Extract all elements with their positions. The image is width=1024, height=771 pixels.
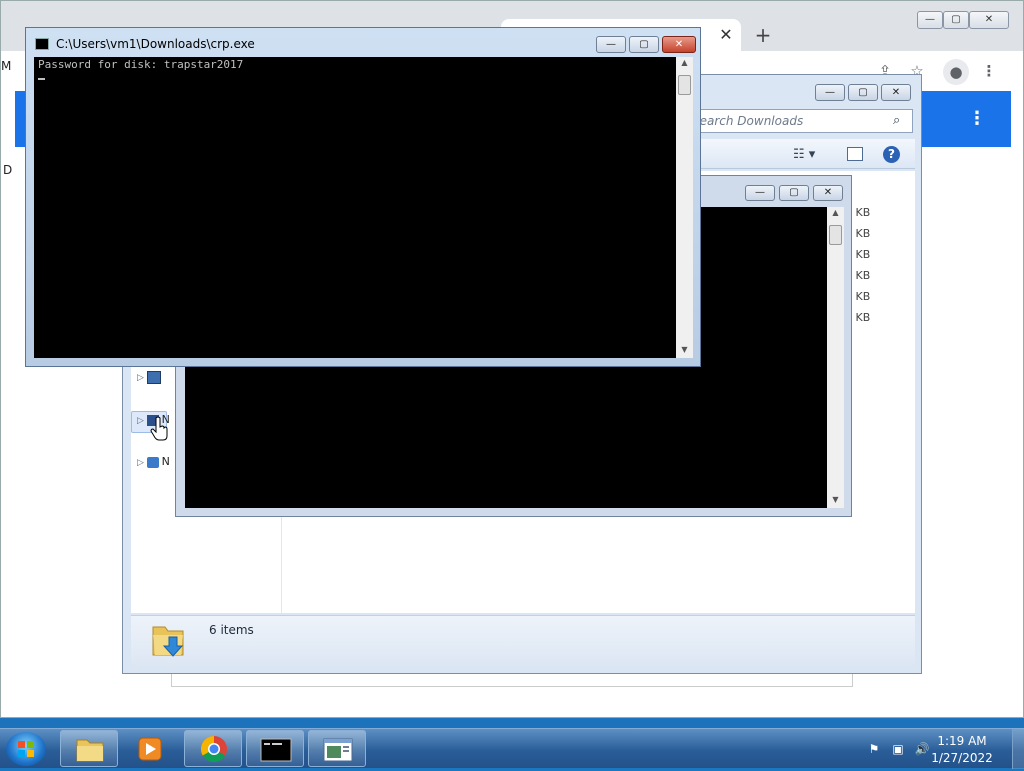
clock-date: 1/27/2022 bbox=[931, 751, 993, 765]
page-menu-icon[interactable]: ⋮ bbox=[965, 105, 989, 133]
nav-label: N bbox=[161, 455, 170, 468]
taskbar-chrome[interactable] bbox=[184, 730, 242, 767]
console-scrollbar[interactable]: ▲ ▼ bbox=[676, 57, 693, 358]
profile-avatar-icon[interactable]: ● bbox=[943, 59, 969, 85]
scroll-thumb[interactable] bbox=[829, 225, 842, 245]
file-size: 1 KB bbox=[845, 311, 871, 324]
console-window-front: C:\Users\vm1\Downloads\crp.exe — ▢ ✕ Pas… bbox=[25, 27, 701, 367]
file-size: 5 KB bbox=[845, 206, 871, 219]
file-size: 7 KB bbox=[845, 227, 871, 240]
clock[interactable]: 1:19 AM 1/27/2022 bbox=[930, 733, 994, 767]
start-button[interactable] bbox=[6, 732, 46, 766]
file-size: 0 KB bbox=[845, 290, 871, 303]
show-desktop-button[interactable] bbox=[1012, 729, 1024, 769]
scroll-down-icon[interactable]: ▼ bbox=[679, 345, 690, 354]
console-app-icon[interactable] bbox=[35, 38, 49, 50]
explorer-minimize-button[interactable]: — bbox=[815, 84, 845, 101]
console-minimize-button[interactable]: — bbox=[596, 36, 626, 53]
change-view-icon[interactable]: ☷ ▾ bbox=[793, 147, 815, 162]
chrome-close-button[interactable]: ✕ bbox=[969, 11, 1009, 29]
network-icon bbox=[146, 457, 159, 468]
search-icon[interactable]: ⌕ bbox=[893, 113, 900, 128]
taskbar-command-prompt[interactable] bbox=[246, 730, 304, 767]
expand-arrow-icon[interactable]: ▷ bbox=[137, 458, 144, 468]
preview-pane-icon[interactable] bbox=[847, 147, 863, 161]
chrome-icon bbox=[200, 735, 227, 763]
file-size: 6 KB bbox=[845, 269, 871, 282]
downloads-folder-icon bbox=[152, 626, 184, 657]
tab-close-icon[interactable]: ✕ bbox=[717, 26, 735, 44]
cmd-icon bbox=[260, 738, 292, 762]
action-center-flag-icon[interactable]: ⚑ bbox=[866, 741, 882, 757]
hand-cursor-icon bbox=[150, 416, 168, 441]
search-input[interactable]: Search Downloads bbox=[685, 109, 913, 133]
file-size: 4 KB bbox=[845, 248, 871, 261]
scroll-down-icon[interactable]: ▼ bbox=[830, 495, 841, 504]
windows-logo-icon bbox=[18, 741, 34, 757]
item-count: 6 items bbox=[209, 623, 254, 637]
console-output[interactable]: Password for disk: trapstar2017 bbox=[34, 57, 676, 358]
taskbar-program-window[interactable] bbox=[308, 730, 366, 767]
console-back-minimize-button[interactable]: — bbox=[745, 185, 775, 201]
console-output-text: Password for disk: trapstar2017 bbox=[38, 58, 244, 71]
window-title: C:\Users\vm1\Downloads\crp.exe bbox=[56, 37, 255, 51]
chrome-menu-icon[interactable]: ⋮ bbox=[979, 61, 999, 81]
help-icon[interactable]: ? bbox=[883, 146, 900, 163]
expand-arrow-icon[interactable]: ▷ bbox=[137, 373, 144, 383]
nav-item-network[interactable]: ▷ N bbox=[137, 455, 177, 473]
scroll-up-icon[interactable]: ▲ bbox=[830, 208, 841, 217]
volume-icon[interactable]: 🔊 bbox=[914, 741, 930, 757]
scroll-up-icon[interactable]: ▲ bbox=[679, 58, 690, 67]
text-cursor bbox=[38, 78, 45, 80]
console-back-close-button[interactable]: ✕ bbox=[813, 185, 843, 201]
videos-icon bbox=[146, 371, 161, 384]
taskbar-explorer[interactable] bbox=[60, 730, 118, 767]
explorer-maximize-button[interactable]: ▢ bbox=[848, 84, 878, 101]
nav-item-videos[interactable]: ▷ bbox=[137, 371, 177, 389]
taskbar: ⚑ ▣ 🔊 1:19 AM 1/27/2022 bbox=[0, 728, 1024, 769]
network-icon[interactable]: ▣ bbox=[890, 741, 906, 757]
console-maximize-button[interactable]: ▢ bbox=[629, 36, 659, 53]
console-back-scrollbar[interactable]: ▲ ▼ bbox=[827, 207, 844, 508]
console-back-maximize-button[interactable]: ▢ bbox=[779, 185, 809, 201]
window-app-icon bbox=[323, 738, 353, 762]
clock-time: 1:19 AM bbox=[937, 734, 987, 748]
chrome-maximize-button[interactable]: ▢ bbox=[943, 11, 969, 29]
chrome-minimize-button[interactable]: — bbox=[917, 11, 943, 29]
folder-icon bbox=[76, 739, 104, 762]
console-close-button[interactable]: ✕ bbox=[662, 36, 696, 53]
scroll-thumb[interactable] bbox=[678, 75, 691, 95]
taskbar-media-player[interactable] bbox=[122, 730, 180, 767]
new-tab-icon[interactable]: + bbox=[753, 25, 773, 45]
media-player-icon bbox=[138, 737, 162, 761]
explorer-close-button[interactable]: ✕ bbox=[881, 84, 911, 101]
clipped-text: M bbox=[1, 59, 12, 73]
expand-arrow-icon[interactable]: ▷ bbox=[137, 416, 144, 426]
clipped-text: D bbox=[3, 163, 13, 177]
